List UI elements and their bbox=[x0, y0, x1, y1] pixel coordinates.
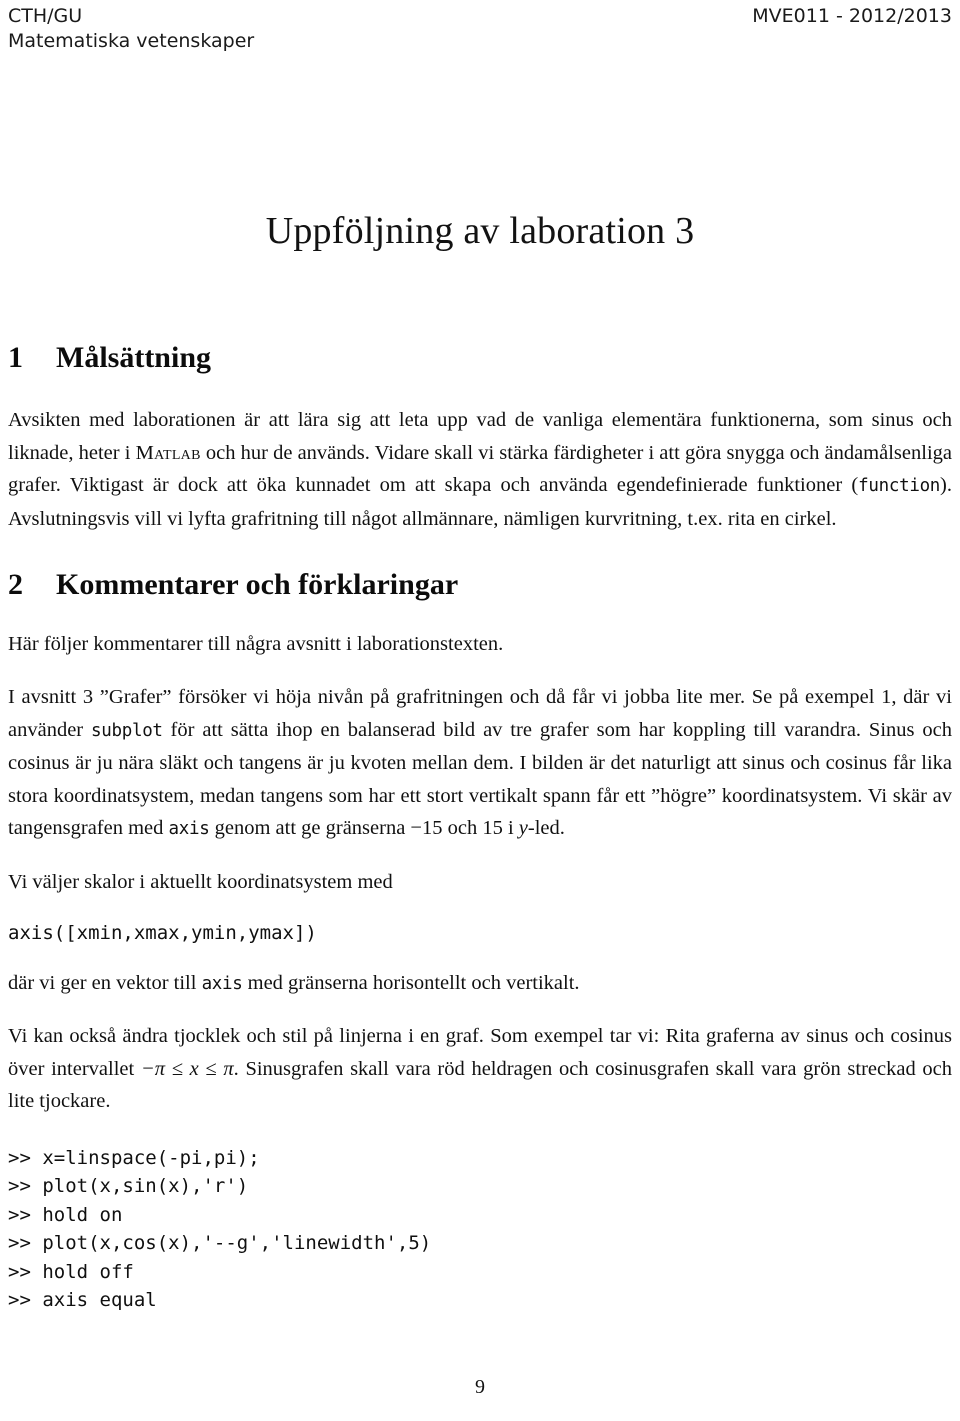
section-heading-1: 1 Målsättning bbox=[8, 340, 952, 376]
running-header: CTH/GU Matematiska vetenskaper MVE011 - … bbox=[8, 4, 952, 54]
inline-code: axis bbox=[168, 819, 210, 840]
code-line: >> x=linspace(-pi,pi); bbox=[8, 1146, 260, 1169]
paragraph-tjocklek-stil: Vi kan också ändra tjocklek och stil på … bbox=[8, 1025, 952, 1113]
header-institution-line1: CTH/GU bbox=[8, 5, 83, 27]
document-page: CTH/GU Matematiska vetenskaper MVE011 - … bbox=[0, 0, 960, 1421]
code-block-matlab-session: >> x=linspace(-pi,pi); >> plot(x,sin(x),'… bbox=[8, 1144, 952, 1315]
paragraph-dar-vi-ger: där vi ger en vektor till axis med gräns… bbox=[8, 971, 580, 994]
paragraph-avsnitt-grafer: I avsnitt 3 ”Grafer” försöker vi höja ni… bbox=[8, 685, 952, 840]
inline-math: y bbox=[518, 817, 528, 840]
paragraph-har-foljer: Här följer kommentarer till några avsnit… bbox=[8, 633, 504, 656]
page-title: Uppföljning av laboration 3 bbox=[265, 210, 695, 253]
inline-code: axis bbox=[201, 973, 243, 994]
section-heading-2: 2 Kommentarer och förklaringar bbox=[8, 567, 952, 603]
code-line: >> hold on bbox=[8, 1203, 123, 1226]
code-line: >> plot(x,cos(x),'--g','linewidth',5) bbox=[8, 1232, 432, 1255]
code-line: >> axis equal bbox=[8, 1289, 157, 1312]
smallcaps-text: Matlab bbox=[135, 441, 201, 464]
section-title-1: Målsättning bbox=[56, 341, 212, 374]
section-title-2: Kommentarer och förklaringar bbox=[56, 568, 459, 602]
inline-math: −π ≤ x ≤ π bbox=[140, 1057, 234, 1080]
section-number-2: 2 bbox=[8, 568, 23, 602]
paragraph-valjer-skalor: Vi väljer skalor i aktuellt koordinatsys… bbox=[8, 870, 393, 893]
header-course-code: MVE011 - 2012/2013 bbox=[752, 5, 952, 27]
code-line: >> hold off bbox=[8, 1260, 134, 1283]
paragraph-malsattning: Avsikten med laborationen är att lära si… bbox=[8, 409, 952, 530]
document-body: 1 Målsättning Avsikten med laborationen … bbox=[8, 340, 952, 1315]
code-axis-signature: axis([xmin,xmax,ymin,ymax]) bbox=[8, 921, 317, 944]
header-institution-line2: Matematiska vetenskaper bbox=[8, 30, 255, 52]
page-number: 9 bbox=[475, 1376, 485, 1398]
section-number-1: 1 bbox=[8, 341, 23, 374]
inline-code: function bbox=[858, 476, 941, 497]
inline-code: subplot bbox=[91, 720, 163, 741]
code-line: >> plot(x,sin(x),'r') bbox=[8, 1175, 249, 1198]
